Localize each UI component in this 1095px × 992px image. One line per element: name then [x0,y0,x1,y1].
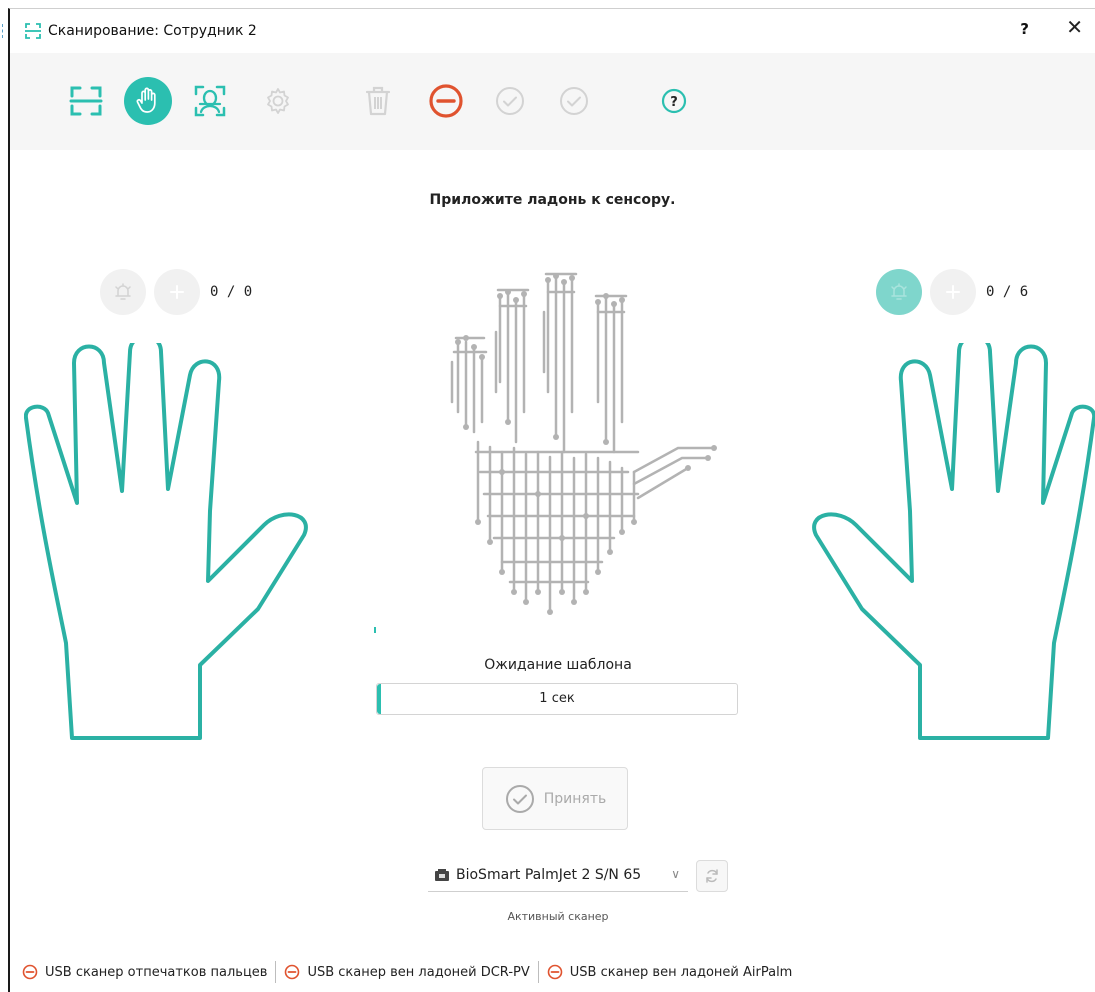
left-hand-add-button[interactable] [154,269,200,315]
settings-button[interactable] [254,77,302,125]
toolbar: ? [10,53,1095,150]
progress-time-text: 1 сек [539,691,575,706]
status-item-dcr-pv-scanner[interactable]: USB сканер вен ладоней DCR-PV [284,964,530,980]
template-progress-bar: 1 сек [376,683,738,715]
progress-marker [374,627,376,633]
right-hand-alarm-button[interactable] [876,269,922,315]
left-hand-controls: 0 / 0 [100,269,252,315]
accept-button-label: Принять [543,790,607,807]
status-divider [537,961,539,983]
scanner-device-icon [434,867,452,883]
refresh-scanner-button[interactable] [696,860,728,892]
close-button[interactable]: ✕ [1066,17,1083,37]
minus-circle-icon [285,964,300,980]
right-hand-counter: 0 / 6 [986,284,1029,300]
palm-circuit-illustration [450,272,717,615]
instruction-text: Приложите ладонь к сенсору. [429,192,676,208]
accept-button[interactable]: Принять [482,767,628,830]
delete-icon [365,86,391,116]
status-item-label: USB сканер вен ладоней AirPalm [569,964,793,980]
cancel-button[interactable] [422,77,470,125]
status-item-label: USB сканер отпечатков пальцев [45,964,268,980]
chevron-down-icon: ∨ [671,867,680,881]
scanner-select[interactable]: BioSmart PalmJet 2 S/N 65 ∨ [428,858,688,892]
face-scan-icon [194,85,226,117]
svg-text:?: ? [670,95,678,110]
left-hand-outline[interactable] [24,343,314,743]
scanner-select-value: BioSmart PalmJet 2 S/N 65 [456,866,642,883]
window-edge-marker [2,24,5,38]
palm-scan-button[interactable] [124,77,172,125]
confirm-button[interactable] [486,77,534,125]
cancel-icon [429,84,463,118]
check-circle-icon [505,784,534,813]
confirm-all-icon [560,87,588,115]
toolbar-help-button[interactable]: ? [650,77,698,125]
alarm-icon [115,283,131,300]
confirm-icon [496,87,524,115]
fingerprint-scan-icon [69,86,103,116]
delete-button[interactable] [354,77,402,125]
waiting-status-label: Ожидание шаблона [484,657,632,673]
right-hand-add-button[interactable] [930,269,976,315]
plus-icon [946,285,960,299]
window-title: Сканирование: Сотрудник 2 [48,23,257,39]
right-hand-outline[interactable] [806,343,1095,743]
active-scanner-caption: Активный сканер [507,910,609,923]
left-hand-alarm-button[interactable] [100,269,146,315]
alarm-icon [891,283,907,300]
help-button[interactable]: ? [1020,20,1029,38]
minus-circle-icon [547,964,563,980]
scan-dialog: Сканирование: Сотрудник 2 ? ✕ ? Приложит… [8,8,1095,992]
minus-circle-icon [22,964,38,980]
fingerprint-scan-button[interactable] [62,77,110,125]
status-item-airpalm-scanner[interactable]: USB сканер вен ладоней AirPalm [547,964,793,980]
settings-icon [267,88,289,114]
plus-icon [170,285,184,299]
status-divider [275,961,277,983]
left-hand-counter: 0 / 0 [210,284,253,300]
palm-scan-icon [136,87,156,113]
scanner-status-bar: USB сканер отпечатков пальцев USB сканер… [22,961,1095,983]
right-hand-controls: 0 / 6 [876,269,1028,315]
scan-area: Приложите ладонь к сенсору. 0 / 0 0 / 6 … [10,150,1095,992]
confirm-all-button[interactable] [550,77,598,125]
status-item-label: USB сканер вен ладоней DCR-PV [307,964,530,980]
face-scan-button[interactable] [186,77,234,125]
title-bar: Сканирование: Сотрудник 2 ? ✕ [10,9,1095,53]
scan-frame-icon [24,22,42,40]
status-item-fingerprint-scanner[interactable]: USB сканер отпечатков пальцев [22,964,267,980]
help-icon: ? [661,88,687,114]
refresh-icon [706,869,718,883]
